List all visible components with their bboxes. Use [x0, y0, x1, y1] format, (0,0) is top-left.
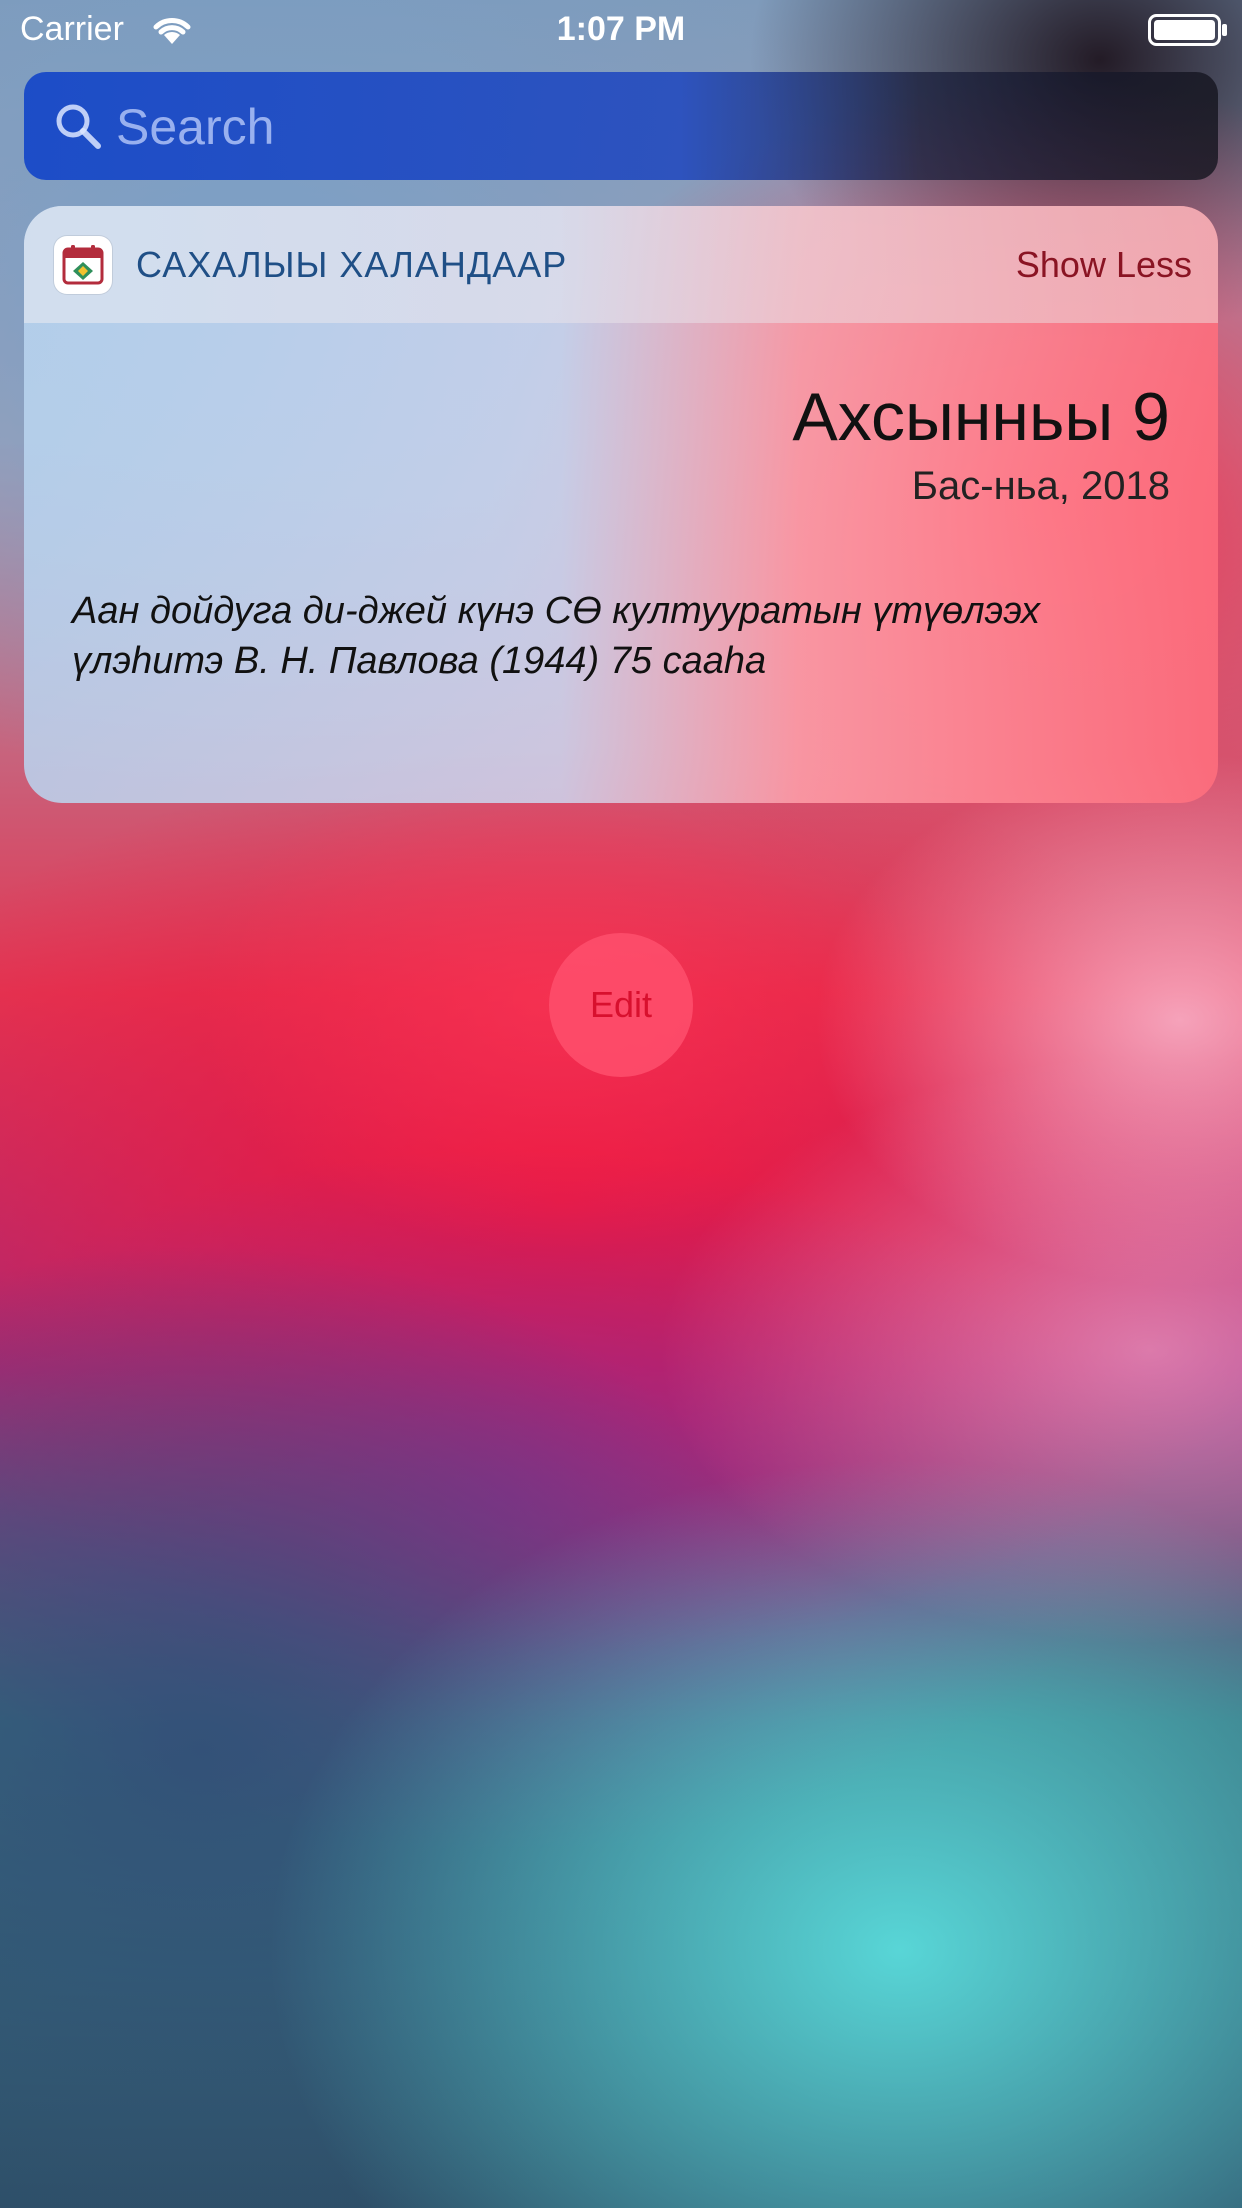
calendar-widget[interactable]: САХАЛЫЫ ХАЛАНДААР Show Less Ахсынньы 9 Б… [24, 206, 1218, 803]
date-month-year: Бас-ньа, 2018 [911, 464, 1170, 508]
event-text: Аан дойдуга ди-джей күнэ СӨ култууратын … [72, 590, 1041, 682]
date-day: Ахсынньы 9 [792, 379, 1170, 455]
calendar-icon [54, 236, 112, 294]
search-input[interactable] [114, 96, 1198, 158]
status-bar: Carrier 1:07 PM [0, 0, 1242, 60]
search-bar[interactable] [24, 72, 1218, 180]
show-less-button[interactable]: Show Less [1016, 244, 1192, 286]
widget-header: САХАЛЫЫ ХАЛАНДААР Show Less [24, 206, 1218, 323]
battery-icon [1148, 14, 1227, 46]
status-time: 1:07 PM [556, 10, 686, 48]
search-icon [56, 104, 101, 149]
app-name: САХАЛЫЫ ХАЛАНДААР [136, 244, 568, 285]
edit-button[interactable]: Edit [549, 933, 693, 1077]
